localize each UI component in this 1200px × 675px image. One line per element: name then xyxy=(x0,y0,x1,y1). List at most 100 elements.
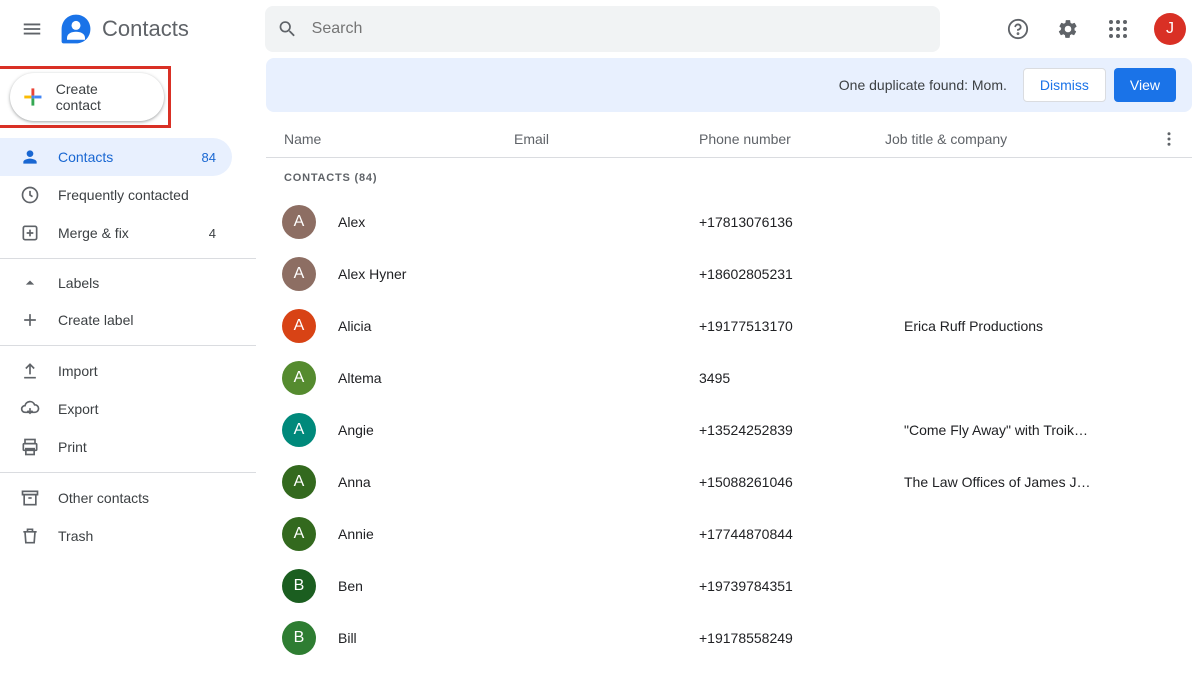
contact-phone: +17813076136 xyxy=(699,214,904,230)
contact-phone: +18602805231 xyxy=(699,266,904,282)
chevron-up-icon xyxy=(20,273,40,293)
contact-phone: +17744870844 xyxy=(699,526,904,542)
hamburger-icon xyxy=(21,18,43,40)
contact-phone: +19177513170 xyxy=(699,318,904,334)
contact-avatar: A xyxy=(282,413,316,447)
contacts-logo-icon xyxy=(58,11,94,47)
help-icon xyxy=(1007,18,1029,40)
contact-row[interactable]: AAlex Hyner+18602805231 xyxy=(266,248,1192,300)
sidebar-item-trash[interactable]: Trash xyxy=(0,517,232,555)
sidebar-item-label: Other contacts xyxy=(58,490,220,506)
sidebar-item-merge-fix[interactable]: Merge & fix 4 xyxy=(0,214,232,252)
upload-icon xyxy=(20,361,40,381)
column-phone: Phone number xyxy=(699,131,885,147)
clock-icon xyxy=(20,185,40,205)
contact-phone: +13524252839 xyxy=(699,422,904,438)
table-header-row: Name Email Phone number Job title & comp… xyxy=(266,120,1192,158)
contact-job: Erica Ruff Productions xyxy=(904,318,1184,334)
divider xyxy=(0,472,256,473)
sidebar-item-label: Export xyxy=(58,401,220,417)
create-contact-highlight: Create contact xyxy=(0,66,171,128)
contact-avatar: A xyxy=(282,205,316,239)
contacts-count: 84 xyxy=(202,150,216,165)
merge-icon xyxy=(20,223,40,243)
settings-button[interactable] xyxy=(1048,9,1088,49)
contact-avatar: A xyxy=(282,257,316,291)
cloud-download-icon xyxy=(20,399,40,419)
contact-phone: +19739784351 xyxy=(699,578,904,594)
contact-row[interactable]: B Ben +19739784351 xyxy=(266,560,1192,612)
contact-row[interactable]: A Altema 3495 xyxy=(266,352,1192,404)
create-contact-label: Create contact xyxy=(56,81,146,113)
contact-avatar: B xyxy=(282,569,316,603)
contact-name: Ben xyxy=(338,578,514,594)
contact-row[interactable]: AAnna+15088261046The Law Offices of Jame… xyxy=(266,456,1192,508)
create-contact-button[interactable]: Create contact xyxy=(10,73,164,121)
contact-avatar: A xyxy=(282,465,316,499)
divider xyxy=(0,258,256,259)
contact-row[interactable]: B Bill +19178558249 xyxy=(266,612,1192,664)
view-button[interactable]: View xyxy=(1114,68,1176,102)
search-bar[interactable] xyxy=(265,6,940,52)
contact-row[interactable]: A Annie +17744870844 xyxy=(266,508,1192,560)
sidebar-item-label: Print xyxy=(58,439,220,455)
sidebar-item-export[interactable]: Export xyxy=(0,390,232,428)
help-button[interactable] xyxy=(998,9,1038,49)
column-menu-button[interactable] xyxy=(1154,130,1184,148)
search-input[interactable] xyxy=(312,20,928,38)
menu-button[interactable] xyxy=(12,9,52,49)
sidebar-item-label: Create label xyxy=(58,312,220,328)
dismiss-button[interactable]: Dismiss xyxy=(1023,68,1106,102)
more-vert-icon xyxy=(1160,130,1178,148)
app-title: Contacts xyxy=(102,16,189,42)
sidebar-item-import[interactable]: Import xyxy=(0,352,232,390)
plus-icon xyxy=(20,310,40,330)
plus-multicolor-icon xyxy=(20,84,46,110)
contact-row[interactable]: A Alex +17813076136 xyxy=(266,196,1192,248)
sidebar-item-print[interactable]: Print xyxy=(0,428,232,466)
merge-count: 4 xyxy=(209,226,216,241)
column-email: Email xyxy=(514,131,699,147)
person-icon xyxy=(20,147,40,167)
contact-avatar: A xyxy=(282,517,316,551)
trash-icon xyxy=(20,526,40,546)
contact-name: Annie xyxy=(338,526,514,542)
contact-name: Alex xyxy=(338,214,514,230)
banner-message: One duplicate found: Mom. xyxy=(839,77,1007,93)
contact-job: The Law Offices of James J… xyxy=(904,474,1184,490)
apps-grid-icon xyxy=(1109,20,1127,38)
contact-avatar: A xyxy=(282,361,316,395)
contact-phone: +19178558249 xyxy=(699,630,904,646)
account-avatar[interactable]: J xyxy=(1154,13,1186,45)
archive-icon xyxy=(20,488,40,508)
sidebar-item-label: Import xyxy=(58,363,220,379)
sidebar-item-contacts[interactable]: Contacts 84 xyxy=(0,138,232,176)
contact-name: Anna xyxy=(338,474,514,490)
contact-job: "Come Fly Away" with Troik… xyxy=(904,422,1184,438)
labels-header-label: Labels xyxy=(58,275,99,291)
sidebar-item-label: Frequently contacted xyxy=(58,187,220,203)
contact-row[interactable]: A Angie +13524252839"Come Fly Away" with T… xyxy=(266,404,1192,456)
column-name: Name xyxy=(274,131,514,147)
contact-avatar: B xyxy=(282,621,316,655)
duplicate-banner: One duplicate found: Mom. Dismiss View xyxy=(266,58,1192,112)
sidebar-item-label: Contacts xyxy=(58,149,202,165)
contact-avatar: A xyxy=(282,309,316,343)
sidebar-item-other-contacts[interactable]: Other contacts xyxy=(0,479,232,517)
sidebar-item-create-label[interactable]: Create label xyxy=(0,301,232,339)
search-icon xyxy=(277,18,298,40)
contacts-section-label: CONTACTS (84) xyxy=(266,158,1192,196)
print-icon xyxy=(20,437,40,457)
contact-name: Altema xyxy=(338,370,514,386)
contact-name: Angie xyxy=(338,422,514,438)
contact-phone: 3495 xyxy=(699,370,904,386)
sidebar-labels-toggle[interactable]: Labels xyxy=(0,265,256,301)
apps-button[interactable] xyxy=(1098,9,1138,49)
sidebar-item-frequently-contacted[interactable]: Frequently contacted xyxy=(0,176,232,214)
contact-row[interactable]: AAlicia+19177513170Erica Ruff Production… xyxy=(266,300,1192,352)
contact-name: Bill xyxy=(338,630,514,646)
sidebar-item-label: Trash xyxy=(58,528,220,544)
sidebar-item-label: Merge & fix xyxy=(58,225,209,241)
divider xyxy=(0,345,256,346)
column-job: Job title & company xyxy=(885,131,1154,147)
